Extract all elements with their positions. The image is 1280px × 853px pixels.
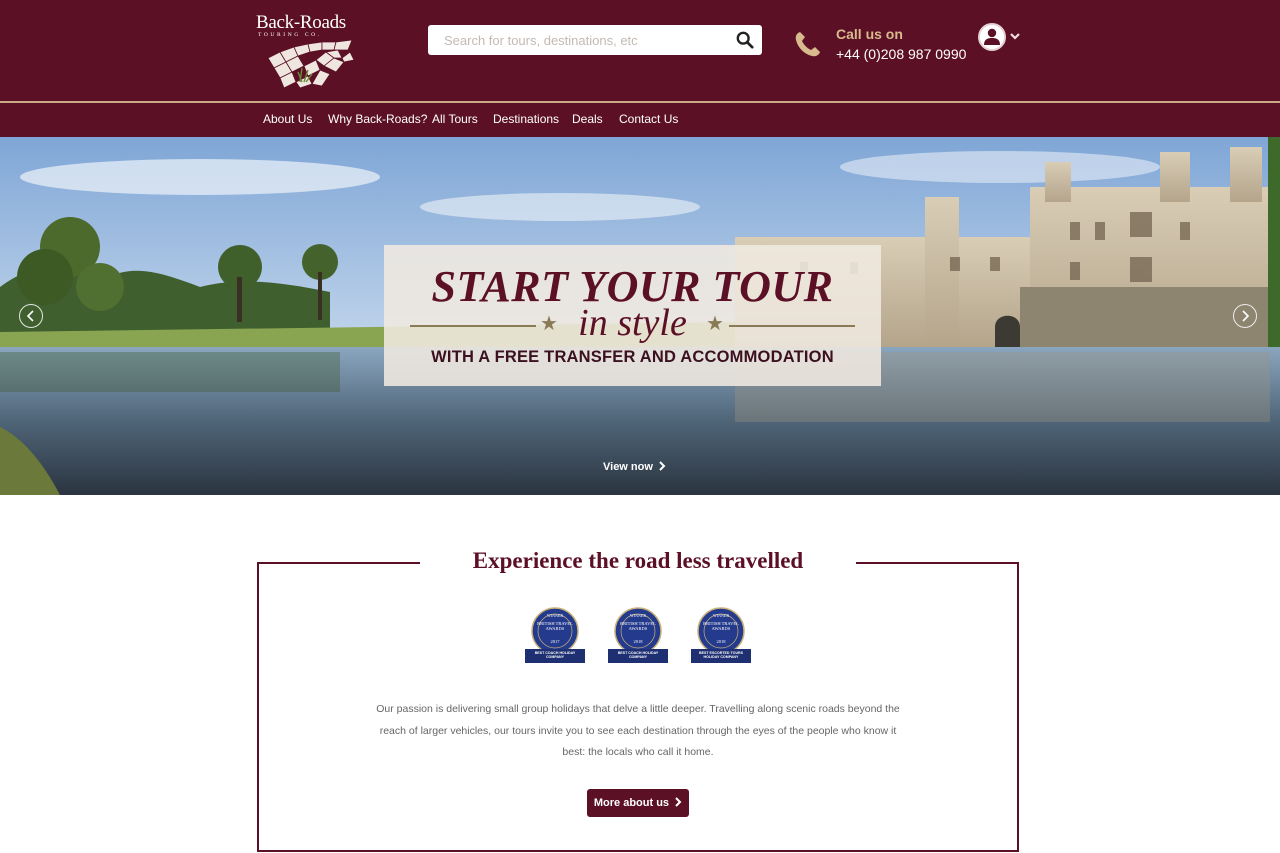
phone-number[interactable]: +44 (0)208 987 0990 <box>836 46 966 62</box>
award-category: BEST ESCORTED TOURS HOLIDAY COMPANY <box>698 651 744 660</box>
chevron-down-icon <box>1010 33 1020 40</box>
nav-item-deals[interactable]: Deals <box>572 112 603 126</box>
award-winner-label: WINNER <box>630 613 646 618</box>
site-header: Back-Roads TOURING CO. Search for tours,… <box>0 0 1280 101</box>
nav-item-about-us[interactable]: About Us <box>263 112 312 126</box>
more-about-us-button[interactable]: More about us <box>587 789 689 817</box>
award-year: 2018 <box>717 639 727 644</box>
main-nav: About Us Why Back-Roads? All Tours Desti… <box>0 103 1280 137</box>
award-category: BEST COACH HOLIDAY COMPANY <box>617 651 659 660</box>
nav-item-contact-us[interactable]: Contact Us <box>619 112 678 126</box>
award-title: BRITISH TRAVEL AWARDS <box>703 621 739 631</box>
hero-promo-banner: START YOUR TOUR ★ in style ★ WITH A FREE… <box>384 245 881 386</box>
award-title: BRITISH TRAVEL AWARDS <box>537 621 573 631</box>
award-badge-2018-coach: WINNER BRITISH TRAVEL AWARDS 2018 BEST C… <box>608 607 668 663</box>
search-input[interactable] <box>428 25 728 55</box>
phone-icon <box>795 32 820 57</box>
avatar <box>978 23 1006 51</box>
nav-item-why-back-roads[interactable]: Why Back-Roads? <box>328 112 427 126</box>
chevron-right-icon <box>675 797 682 807</box>
hero-subheadline: in style <box>578 302 687 344</box>
view-now-label: View now <box>603 461 653 473</box>
star-icon: ★ <box>706 313 724 335</box>
hero-offer-text: WITH A FREE TRANSFER AND ACCOMMODATION <box>384 348 881 367</box>
nav-item-destinations[interactable]: Destinations <box>493 112 559 126</box>
award-badge-2017: WINNER BRITISH TRAVEL AWARDS 2017 BEST C… <box>525 607 585 663</box>
intro-paragraph: Our passion is delivering small group ho… <box>376 703 900 758</box>
search-icon[interactable] <box>736 31 754 49</box>
award-winner-label: WINNER <box>547 613 563 618</box>
hero-carousel: START YOUR TOUR ★ in style ★ WITH A FREE… <box>0 137 1280 495</box>
award-category: BEST COACH HOLIDAY COMPANY <box>534 651 576 660</box>
chevron-left-icon <box>26 310 34 322</box>
nav-item-all-tours[interactable]: All Tours <box>432 112 478 126</box>
logo-name: Back-Roads <box>256 12 346 33</box>
hero-offer-emphasis: FREE TRANSFER AND ACCOMMODATION <box>494 348 834 366</box>
call-label: Call us on <box>836 26 903 42</box>
banner-rule-right <box>729 325 855 327</box>
view-now-link[interactable]: View now <box>603 461 666 473</box>
carousel-prev-button[interactable] <box>19 304 43 328</box>
hero-offer-prefix: WITH A <box>431 348 495 366</box>
account-menu-button[interactable] <box>978 23 1022 51</box>
award-title: BRITISH TRAVEL AWARDS <box>620 621 656 631</box>
road-logo-icon <box>267 39 355 89</box>
award-winner-label: WINNER <box>713 613 729 618</box>
chevron-right-icon <box>659 461 666 471</box>
carousel-next-button[interactable] <box>1233 304 1257 328</box>
award-year: 2017 <box>551 639 561 644</box>
site-logo[interactable]: Back-Roads TOURING CO. <box>256 12 360 89</box>
search-bar <box>428 25 762 55</box>
chevron-right-icon <box>1242 310 1250 322</box>
user-icon <box>984 28 1000 45</box>
award-badge-2018-escorted: WINNER BRITISH TRAVEL AWARDS 2018 BEST E… <box>691 607 751 663</box>
intro-title: Experience the road less travelled <box>472 548 804 573</box>
award-year: 2018 <box>634 639 644 644</box>
more-about-us-label: More about us <box>593 797 670 809</box>
